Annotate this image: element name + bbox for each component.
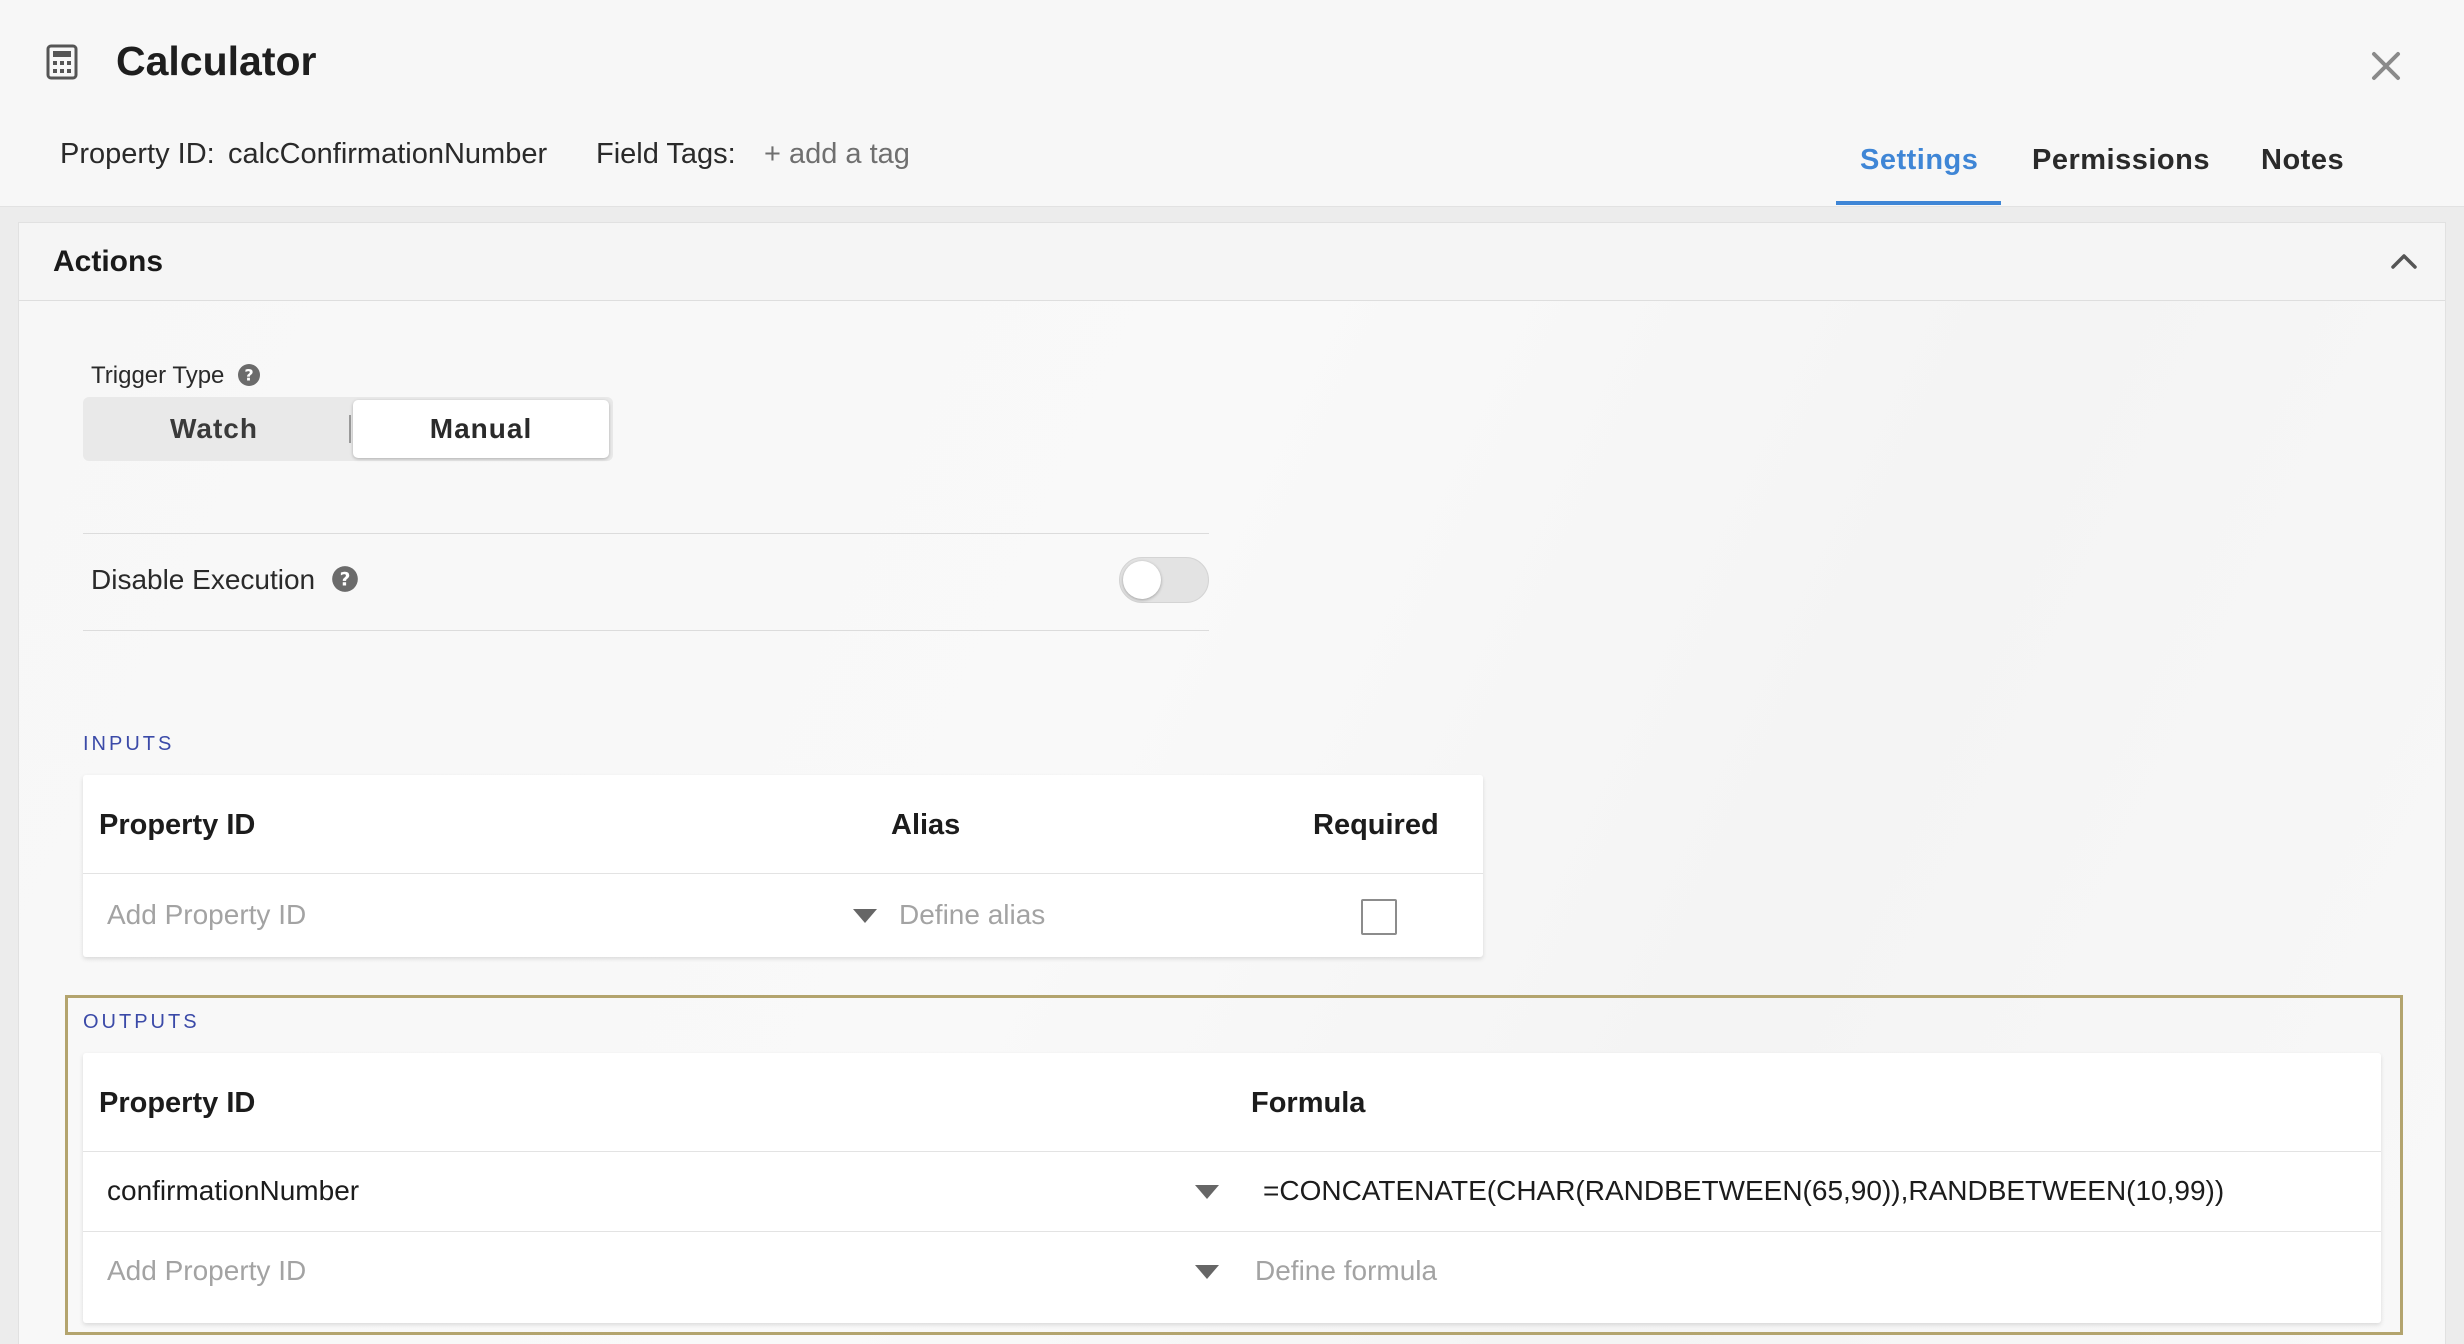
tab-permissions[interactable]: Permissions [2032,144,2210,177]
help-icon[interactable]: ? [237,363,261,387]
svg-text:?: ? [244,366,253,385]
required-checkbox[interactable] [1361,899,1397,935]
alias-input[interactable]: Define alias [899,899,1045,931]
modal-header: Calculator Property ID: calcConfirmation… [0,0,2464,207]
property-id-label: Property ID: [60,138,215,170]
outputs-header-property-id: Property ID [99,1087,256,1119]
chevron-up-icon[interactable] [2389,249,2419,273]
inputs-header-required: Required [1313,809,1439,841]
output-property-id-select[interactable]: confirmationNumber [107,1175,359,1207]
svg-text:?: ? [340,569,351,590]
outputs-header-formula: Formula [1251,1087,1366,1119]
row-divider [83,1151,2381,1152]
trigger-type-toggle: Watch Manual [83,397,613,461]
section-title: Actions [53,245,164,278]
inputs-table: Property ID Alias Required Add Property … [83,775,1483,957]
field-tags-label: Field Tags: [596,138,736,170]
trigger-watch-button[interactable]: Watch [83,397,345,461]
trigger-manual-button[interactable]: Manual [353,400,609,458]
outputs-section-label: OUTPUTS [83,1011,200,1033]
new-output-property-id-select[interactable]: Add Property ID [107,1255,306,1287]
row-divider [83,1231,2381,1232]
input-property-id-select[interactable]: Add Property ID [107,899,306,931]
inputs-section-label: INPUTS [83,733,175,755]
caret-down-icon[interactable] [1195,1185,1219,1199]
add-tag-link[interactable]: + add a tag [764,138,910,171]
trigger-type-label: Trigger Type [91,362,225,389]
inputs-header-property-id: Property ID [99,809,256,841]
page-title: Calculator [116,38,317,84]
calculator-icon [46,44,78,80]
actions-section-header[interactable]: Actions [19,223,2445,301]
active-tab-indicator [1836,201,2001,205]
close-icon[interactable] [2368,48,2404,84]
caret-down-icon[interactable] [853,909,877,923]
inputs-header-alias: Alias [891,809,961,841]
divider [83,533,1209,534]
actions-panel: Actions Trigger Type ? Watch Manual Disa… [18,222,2446,1344]
tab-settings[interactable]: Settings [1860,144,1978,177]
segment-separator [349,415,351,443]
row-divider [83,873,1483,874]
formula-input[interactable]: =CONCATENATE(CHAR(RANDBETWEEN(65,90)),RA… [1263,1175,2224,1207]
help-icon[interactable]: ? [331,565,359,593]
divider [83,630,1209,631]
disable-execution-toggle[interactable] [1119,557,1209,603]
property-id-value: calcConfirmationNumber [228,138,548,170]
toggle-knob [1123,561,1161,599]
disable-execution-label: Disable Execution [91,564,316,595]
caret-down-icon[interactable] [1195,1265,1219,1279]
outputs-table: Property ID Formula confirmationNumber =… [83,1053,2381,1323]
tab-notes[interactable]: Notes [2261,144,2344,177]
new-formula-input[interactable]: Define formula [1255,1255,1437,1287]
